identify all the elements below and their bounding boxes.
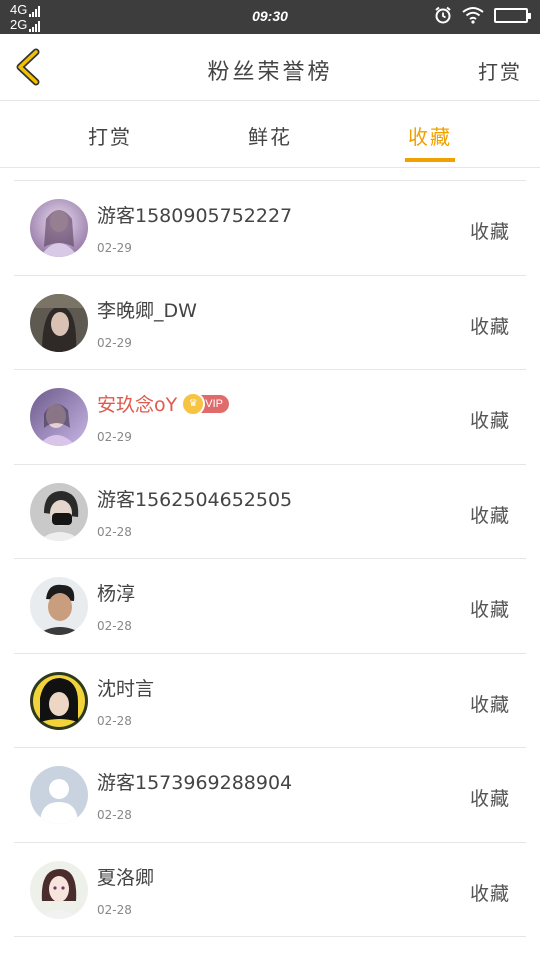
avatar [30, 671, 88, 730]
avatar [30, 860, 88, 919]
avatar [30, 482, 88, 541]
avatar [30, 577, 88, 635]
fan-name: 李晚卿_DW [97, 299, 197, 322]
avatar [30, 766, 88, 824]
fan-list: 游客1580905752227 02-29 收藏 李晚卿_DW 02-29 收藏… [14, 180, 526, 937]
favorite-label: 收藏 [469, 882, 510, 905]
list-item[interactable]: 夏洛卿 02-28 收藏 [14, 843, 526, 937]
crown-icon: ♛ [181, 391, 206, 416]
favorite-label: 收藏 [469, 599, 510, 621]
page-title: 粉丝荣誉榜 [207, 60, 333, 85]
fan-date: 02-29 [97, 335, 132, 350]
avatar [30, 199, 88, 257]
list-item[interactable]: 安玖念oY ♛ VIP 02-29 收藏 [14, 370, 526, 465]
fan-date: 02-29 [97, 241, 132, 255]
favorite-label: 收藏 [469, 788, 510, 810]
list-item[interactable]: 杨淳 02-28 收藏 [14, 559, 526, 654]
list-item[interactable]: 游客1573969288904 02-28 收藏 [14, 748, 526, 843]
fan-name: 安玖念oY ♛ VIP [97, 390, 229, 417]
fan-name: 游客1562504652505 [97, 488, 293, 511]
fan-name: 沈时言 [97, 677, 155, 700]
fan-date: 02-29 [97, 430, 132, 444]
avatar [30, 388, 88, 446]
reward-button[interactable]: 打赏 [478, 56, 522, 85]
fan-date: 02-28 [97, 808, 132, 822]
status-bar: 4G 2G 09:30 [0, 0, 540, 34]
fan-name-text: 安玖念oY [97, 394, 178, 416]
favorite-label: 收藏 [469, 693, 510, 716]
favorite-label: 收藏 [469, 315, 510, 338]
fan-name: 游客1580905752227 [97, 205, 293, 227]
list-item[interactable]: 沈时言 02-28 收藏 [14, 654, 526, 748]
favorite-label: 收藏 [469, 504, 510, 527]
nav-bar: 粉丝荣誉榜 打赏 [0, 34, 540, 101]
favorite-label: 收藏 [469, 221, 510, 243]
fan-name: 游客1573969288904 [97, 772, 293, 794]
tab-reward[interactable]: 打赏 [88, 121, 132, 150]
vip-badge-label: VIP [205, 397, 223, 410]
fan-date: 02-28 [97, 619, 132, 633]
fan-date: 02-28 [97, 713, 132, 728]
wifi-icon [462, 7, 484, 24]
fan-date: 02-28 [97, 902, 132, 917]
list-item[interactable]: 游客1580905752227 02-29 收藏 [14, 181, 526, 276]
avatar [30, 293, 88, 352]
list-item[interactable]: 李晚卿_DW 02-29 收藏 [14, 276, 526, 370]
battery-icon [494, 7, 531, 23]
favorite-label: 收藏 [469, 410, 510, 432]
tab-favorites[interactable]: 收藏 [408, 121, 452, 150]
tab-bar: 打赏 鲜花 收藏 [0, 101, 540, 168]
fan-date: 02-28 [97, 524, 132, 539]
tab-flowers[interactable]: 鲜花 [248, 121, 292, 150]
fan-name: 夏洛卿 [97, 866, 155, 889]
active-tab-indicator [405, 158, 455, 162]
vip-badge: ♛ VIP [181, 391, 229, 416]
fan-name: 杨淳 [97, 583, 136, 605]
alarm-icon [435, 6, 451, 24]
list-item[interactable]: 游客1562504652505 02-28 收藏 [14, 465, 526, 559]
